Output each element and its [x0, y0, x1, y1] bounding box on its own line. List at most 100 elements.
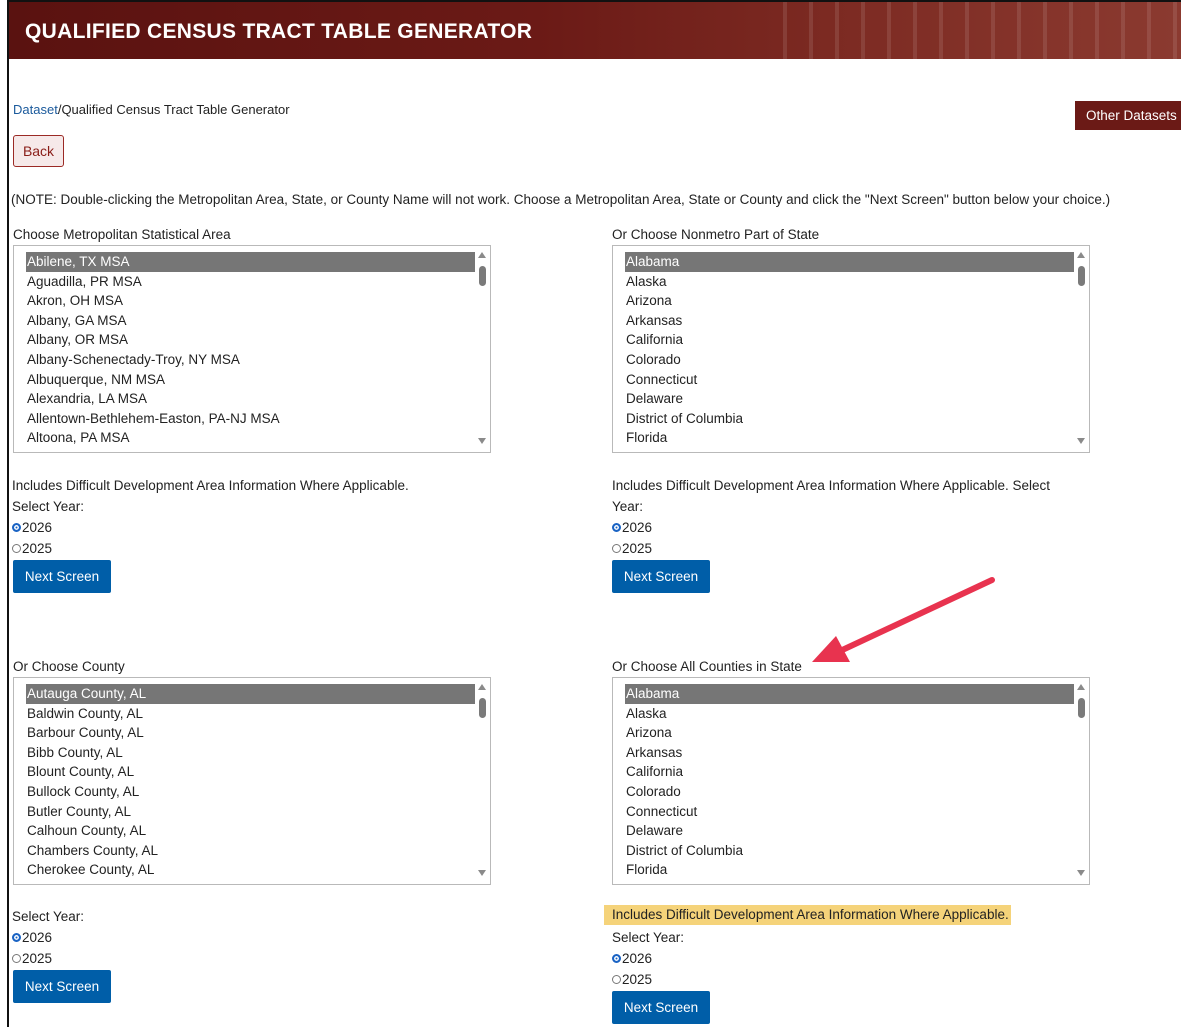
county-listbox[interactable]: Autauga County, AL Baldwin County, AL Barb… — [13, 677, 491, 885]
msa-option[interactable]: Albuquerque, NM MSA — [26, 370, 475, 390]
all-counties-option[interactable]: Alabama — [625, 684, 1074, 704]
all-counties-label: Or Choose All Counties in State — [612, 659, 802, 674]
msa-option[interactable]: Altoona, PA MSA — [26, 428, 475, 448]
scroll-down-icon[interactable] — [1077, 870, 1085, 876]
radio-selected-icon[interactable] — [12, 933, 21, 942]
radio-unselected-icon[interactable] — [612, 544, 621, 553]
radio-unselected-icon[interactable] — [12, 544, 21, 553]
county-option[interactable]: Barbour County, AL — [26, 723, 475, 743]
nonmetro-option[interactable]: Colorado — [625, 350, 1074, 370]
nonmetro-option[interactable]: Arizona — [625, 291, 1074, 311]
nonmetro-list-items: Alabama Alaska Arizona Arkansas California Co… — [625, 252, 1074, 448]
county-option[interactable]: Butler County, AL — [26, 802, 475, 822]
scroll-up-icon[interactable] — [1077, 684, 1085, 690]
scroll-up-icon[interactable] — [478, 252, 486, 258]
arrow-annotation-icon — [812, 577, 995, 662]
radio-unselected-icon[interactable] — [612, 975, 621, 984]
all-counties-next-screen-button[interactable]: Next Screen — [612, 991, 710, 1024]
msa-listbox[interactable]: Abilene, TX MSA Aguadilla, PR MSA Akron, O… — [13, 245, 491, 453]
county-option[interactable]: Blount County, AL — [26, 762, 475, 782]
nonmetro-year-2026[interactable]: 2026 — [612, 520, 652, 535]
msa-option[interactable]: Alexandria, LA MSA — [26, 389, 475, 409]
county-option[interactable]: Calhoun County, AL — [26, 821, 475, 841]
all-counties-listbox[interactable]: Alabama Alaska Arizona Arkansas California Co… — [612, 677, 1090, 885]
county-scrollbar[interactable] — [474, 678, 490, 884]
scroll-thumb[interactable] — [1078, 698, 1085, 718]
scroll-down-icon[interactable] — [478, 438, 486, 444]
nonmetro-next-screen-button[interactable]: Next Screen — [612, 560, 710, 593]
all-counties-option[interactable]: Arizona — [625, 723, 1074, 743]
nonmetro-option[interactable]: Delaware — [625, 389, 1074, 409]
county-option[interactable]: Baldwin County, AL — [26, 704, 475, 724]
all-counties-option[interactable]: Colorado — [625, 782, 1074, 802]
scroll-thumb[interactable] — [479, 266, 486, 286]
radio-selected-icon[interactable] — [612, 523, 621, 532]
instruction-note: (NOTE: Double-clicking the Metropolitan … — [11, 192, 1111, 207]
nonmetro-scrollbar[interactable] — [1073, 246, 1089, 452]
msa-option[interactable]: Aguadilla, PR MSA — [26, 272, 475, 292]
nonmetro-option[interactable]: Arkansas — [625, 311, 1074, 331]
msa-year-label: Select Year: — [12, 499, 85, 514]
nonmetro-year-2025[interactable]: 2025 — [612, 541, 652, 556]
scroll-up-icon[interactable] — [1077, 252, 1085, 258]
msa-scrollbar[interactable] — [474, 246, 490, 452]
county-option[interactable]: Bibb County, AL — [26, 743, 475, 763]
msa-year-2026[interactable]: 2026 — [12, 520, 52, 535]
radio-selected-icon[interactable] — [612, 954, 621, 963]
county-year-label: Select Year: — [12, 909, 85, 924]
breadcrumb-dataset-link[interactable]: Dataset — [13, 102, 58, 117]
all-counties-option[interactable]: Connecticut — [625, 802, 1074, 822]
all-counties-option[interactable]: Delaware — [625, 821, 1074, 841]
all-counties-list-items: Alabama Alaska Arizona Arkansas California Co… — [625, 684, 1074, 880]
county-option[interactable]: Bullock County, AL — [26, 782, 475, 802]
breadcrumb-current: Qualified Census Tract Table Generator — [61, 102, 290, 117]
radio-selected-icon[interactable] — [12, 523, 21, 532]
scroll-thumb[interactable] — [479, 698, 486, 718]
all-counties-year-2026[interactable]: 2026 — [612, 951, 652, 966]
county-option[interactable]: Chambers County, AL — [26, 841, 475, 861]
nonmetro-option[interactable]: Connecticut — [625, 370, 1074, 390]
msa-option[interactable]: Albany, GA MSA — [26, 311, 475, 331]
scroll-down-icon[interactable] — [1077, 438, 1085, 444]
county-year-2026[interactable]: 2026 — [12, 930, 52, 945]
nonmetro-option[interactable]: Alaska — [625, 272, 1074, 292]
county-option[interactable]: Autauga County, AL — [26, 684, 475, 704]
all-counties-scrollbar[interactable] — [1073, 678, 1089, 884]
all-counties-option[interactable]: District of Columbia — [625, 841, 1074, 861]
msa-option[interactable]: Allentown-Bethlehem-Easton, PA-NJ MSA — [26, 409, 475, 429]
nonmetro-label: Or Choose Nonmetro Part of State — [612, 227, 820, 242]
msa-dda-info: Includes Difficult Development Area Info… — [12, 478, 409, 493]
msa-list-items: Abilene, TX MSA Aguadilla, PR MSA Akron, O… — [26, 252, 475, 448]
nonmetro-option[interactable]: District of Columbia — [625, 409, 1074, 429]
all-counties-year-2025[interactable]: 2025 — [612, 972, 652, 987]
county-year-2025[interactable]: 2025 — [12, 951, 52, 966]
msa-option[interactable]: Abilene, TX MSA — [26, 252, 475, 272]
nonmetro-option[interactable]: Alabama — [625, 252, 1074, 272]
all-counties-option[interactable]: California — [625, 762, 1074, 782]
msa-option[interactable]: Albany-Schenectady-Troy, NY MSA — [26, 350, 475, 370]
msa-option[interactable]: Albany, OR MSA — [26, 330, 475, 350]
nonmetro-option[interactable]: California — [625, 330, 1074, 350]
all-counties-option[interactable]: Florida — [625, 860, 1074, 880]
other-datasets-button[interactable]: Other Datasets — [1075, 101, 1181, 130]
page-frame-left — [7, 0, 9, 1027]
all-counties-option[interactable]: Arkansas — [625, 743, 1074, 763]
msa-next-screen-button[interactable]: Next Screen — [13, 560, 111, 593]
msa-year-2025[interactable]: 2025 — [12, 541, 52, 556]
scroll-down-icon[interactable] — [478, 870, 486, 876]
nonmetro-option[interactable]: Florida — [625, 428, 1074, 448]
msa-label: Choose Metropolitan Statistical Area — [13, 227, 231, 242]
nonmetro-listbox[interactable]: Alabama Alaska Arizona Arkansas California Co… — [612, 245, 1090, 453]
radio-unselected-icon[interactable] — [12, 954, 21, 963]
county-next-screen-button[interactable]: Next Screen — [13, 970, 111, 1003]
scroll-thumb[interactable] — [1078, 266, 1085, 286]
scroll-up-icon[interactable] — [478, 684, 486, 690]
nonmetro-dda-info: Includes Difficult Development Area Info… — [612, 478, 1050, 493]
all-counties-option[interactable]: Alaska — [625, 704, 1074, 724]
page-title: QUALIFIED CENSUS TRACT TABLE GENERATOR — [25, 20, 533, 43]
back-button[interactable]: Back — [13, 135, 64, 167]
msa-option[interactable]: Akron, OH MSA — [26, 291, 475, 311]
banner-columns-decoration — [761, 2, 1181, 59]
county-label: Or Choose County — [13, 659, 125, 674]
county-option[interactable]: Cherokee County, AL — [26, 860, 475, 880]
